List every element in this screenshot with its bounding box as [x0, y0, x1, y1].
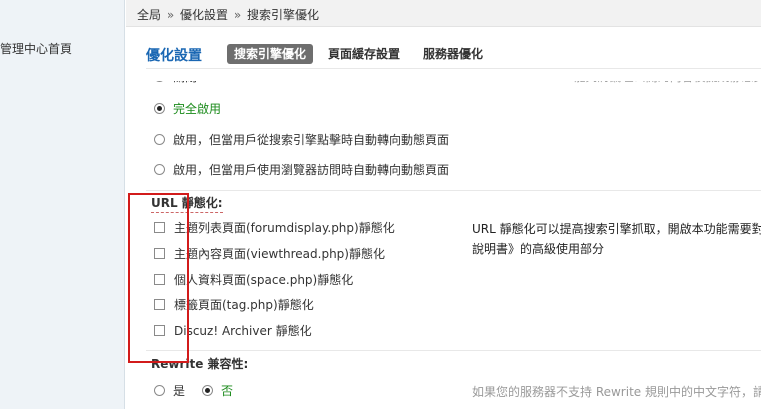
radio-button-selected[interactable] — [154, 103, 165, 114]
checkbox-label: 主題列表頁面(forumdisplay.php)靜態化 — [174, 221, 395, 235]
breadcrumb-current: 搜索引擎優化 — [247, 8, 320, 22]
radio-button[interactable] — [154, 134, 165, 145]
option-label: 否 — [221, 384, 234, 398]
highlight-box — [128, 193, 189, 363]
archiver-option-full[interactable]: 完全啟用 — [154, 100, 221, 117]
radio-button[interactable] — [154, 164, 165, 175]
sidebar-item-home[interactable]: 管理中心首頁 — [0, 40, 72, 57]
checkbox-label: 主題內容頁面(viewthread.php)靜態化 — [174, 247, 385, 261]
breadcrumb: 全局 » 優化設置 » 搜索引擎優化 — [137, 6, 319, 23]
breadcrumb-separator: » — [166, 8, 175, 22]
option-label: 啟用，但當用戶從搜索引擎點擊時自動轉向動態頁面 — [173, 133, 450, 147]
breadcrumb-bar: 全局 » 優化設置 » 搜索引擎優化 — [126, 0, 761, 27]
archiver-option-browser-redirect[interactable]: 啟用，但當用戶使用瀏覽器訪問時自動轉向動態頁面 — [154, 161, 449, 178]
rewrite-option-yes[interactable]: 是 — [154, 382, 185, 399]
option-label: 完全啟用 — [173, 102, 222, 116]
rewrite-tip: 如果您的服務器不支持 Rewrite 規則中的中文字符，請 — [472, 385, 761, 399]
sidebar: Control Panel 管理中心首頁 — [0, 0, 125, 409]
page-title: 優化設置 — [146, 48, 202, 64]
radio-button-selected[interactable] — [202, 385, 213, 396]
option-label: 是 — [173, 384, 186, 398]
section-divider — [146, 190, 761, 191]
option-label: 啟用，但當用戶使用瀏覽器訪問時自動轉向動態頁面 — [173, 163, 450, 177]
checkbox-label: 個人資料頁面(space.php)靜態化 — [174, 273, 354, 287]
scroll-mask — [146, 69, 761, 81]
section-divider — [146, 350, 761, 351]
checkbox-label: Discuz! Archiver 靜態化 — [174, 324, 312, 338]
radio-button[interactable] — [154, 385, 165, 396]
tab-server-optimization[interactable]: 服務器優化 — [423, 44, 483, 64]
breadcrumb-separator: » — [233, 8, 242, 22]
archiver-option-search-redirect[interactable]: 啟用，但當用戶從搜索引擎點擊時自動轉向動態頁面 — [154, 131, 449, 148]
url-static-tip-line2: 說明書》的高級使用部分 — [472, 242, 605, 256]
rewrite-option-no[interactable]: 否 — [202, 382, 233, 399]
checkbox-label: 標籤頁面(tag.php)靜態化 — [174, 298, 314, 312]
tab-page-cache[interactable]: 頁面緩存設置 — [328, 44, 400, 64]
main-panel: 優化設置 搜索引擎優化 頁面緩存設置 服務器優化 關閉 Discuz! Arch… — [126, 28, 761, 409]
breadcrumb-level2[interactable]: 優化設置 — [180, 8, 228, 22]
tab-seo[interactable]: 搜索引擎優化 — [227, 44, 314, 64]
checkbox-forumdisplay[interactable]: 主題列表頁面(forumdisplay.php)靜態化 — [154, 219, 395, 236]
url-static-tip-line1: URL 靜態化可以提高搜索引擎抓取，開啟本功能需要對 — [472, 222, 761, 236]
breadcrumb-root[interactable]: 全局 — [137, 8, 161, 22]
control-panel-title: Control Panel — [0, 0, 125, 8]
